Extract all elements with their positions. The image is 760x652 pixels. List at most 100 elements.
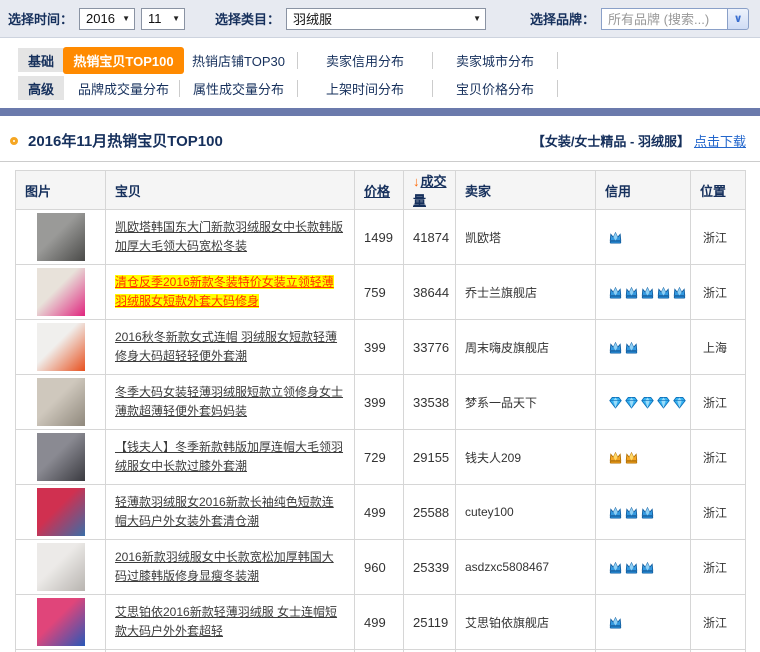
product-title-link[interactable]: 轻薄款羽绒服女2016新款长袖纯色短款连帽大码户外女装外套清仓潮 (115, 493, 345, 531)
blue-crown-icon (608, 615, 623, 630)
month-select[interactable]: 11 ▼ (141, 8, 185, 30)
year-select[interactable]: 2016 ▼ (79, 8, 135, 30)
download-link[interactable]: 点击下载 (694, 131, 746, 150)
location-value: 浙江 (691, 210, 746, 265)
credit-icons (596, 210, 691, 265)
product-title-link[interactable]: 冬季大码女装轻薄羽绒服短款立领修身女士薄款超薄轻便外套妈妈装 (115, 383, 345, 421)
col-header-seller: 卖家 (456, 171, 596, 210)
seller-name: 乔士兰旗舰店 (456, 265, 596, 320)
table-row: 2016新款羽绒服女中长款宽松加厚韩国大码过膝韩版修身显瘦冬装潮96025339… (16, 540, 746, 595)
product-image[interactable] (37, 488, 85, 536)
blue-crown-icon (608, 230, 623, 245)
location-value: 浙江 (691, 485, 746, 540)
sales-value: 41874 (404, 210, 456, 265)
col-header-image: 图片 (16, 171, 106, 210)
category-breadcrumb: 【女装/女士精品 - 羽绒服】 (532, 131, 690, 150)
orange-bullet-icon (10, 137, 18, 145)
table-row: 【钱夫人】冬季新款韩版加厚连帽大毛领羽绒服女中长款过膝外套潮72929155钱夫… (16, 430, 746, 485)
product-image[interactable] (37, 598, 85, 646)
product-image[interactable] (37, 213, 85, 261)
tab-listing-time-distribution[interactable]: 上架时间分布 (326, 79, 404, 98)
col-header-item: 宝贝 (106, 171, 355, 210)
advanced-tab-row: 高级 品牌成交量分布 属性成交量分布 上架时间分布 宝贝价格分布 (18, 74, 760, 102)
product-title-link[interactable]: 2016新款羽绒服女中长款宽松加厚韩国大码过膝韩版修身显瘦冬装潮 (115, 548, 345, 586)
category-select[interactable]: 羽绒服 ▼ (286, 8, 486, 30)
section-header: 2016年11月热销宝贝TOP100 【女装/女士精品 - 羽绒服】 点击下载 (0, 116, 760, 162)
tab-seller-city-distribution[interactable]: 卖家城市分布 (456, 51, 534, 70)
product-title-link[interactable]: 2016秋冬新款女式连帽 羽绒服女短款轻薄 修身大码超轻轻便外套潮 (115, 328, 345, 366)
seller-name: 钱夫人209 (456, 430, 596, 485)
sort-desc-icon: ↓ (413, 174, 420, 189)
credit-icons (596, 540, 691, 595)
tab-seller-credit-distribution[interactable]: 卖家信用分布 (326, 51, 404, 70)
blue-crown-icon (624, 505, 639, 520)
price-value: 759 (355, 265, 404, 320)
price-value: 1499 (355, 210, 404, 265)
table-body: 凯欧塔韩国东大门新款羽绒服女中长款韩版加厚大毛领大码宽松冬装 149941874凯… (16, 210, 746, 652)
basic-tab-row: 基础 热销宝贝TOP100 热销店铺TOP30 卖家信用分布 卖家城市分布 (18, 46, 760, 74)
tab-brand-volume-distribution[interactable]: 品牌成交量分布 (78, 79, 169, 98)
tab-item-price-distribution[interactable]: 宝贝价格分布 (456, 79, 534, 98)
product-title-link[interactable]: 【钱夫人】冬季新款韩版加厚连帽大毛领羽绒服女中长款过膝外套潮 (115, 438, 345, 476)
location-value: 浙江 (691, 430, 746, 485)
table-row: 凯欧塔韩国东大门新款羽绒服女中长款韩版加厚大毛领大码宽松冬装 149941874凯… (16, 210, 746, 265)
basic-tabs-label: 基础 (18, 48, 64, 72)
tabs-area: 基础 热销宝贝TOP100 热销店铺TOP30 卖家信用分布 卖家城市分布 高级… (0, 38, 760, 102)
seller-name: 艾思铂依旗舰店 (456, 595, 596, 650)
filter-bar: 选择时间： 2016 ▼ 11 ▼ 选择类目： 羽绒服 ▼ 选择品牌： 所有品牌… (0, 0, 760, 38)
table-row: 轻薄款羽绒服女2016新款长袖纯色短款连帽大码户外女装外套清仓潮49925588… (16, 485, 746, 540)
blue-crown-icon (608, 505, 623, 520)
product-image[interactable] (37, 378, 85, 426)
seller-name: 梦系一品天下 (456, 375, 596, 430)
credit-icons (596, 430, 691, 485)
sales-value: 33538 (404, 375, 456, 430)
blue-crown-icon (672, 285, 687, 300)
sales-value: 38644 (404, 265, 456, 320)
blue-crown-icon (640, 560, 655, 575)
credit-icons (596, 595, 691, 650)
blue-diamond-icon (672, 395, 687, 410)
location-value: 浙江 (691, 540, 746, 595)
page-title: 2016年11月热销宝贝TOP100 (28, 130, 223, 151)
category-select-value: 羽绒服 (293, 9, 332, 28)
location-value: 浙江 (691, 595, 746, 650)
product-image[interactable] (37, 268, 85, 316)
table-row: 清仓反季2016新款冬装特价女装立领轻薄羽绒服女短款外套大码修身 75938644… (16, 265, 746, 320)
product-image[interactable] (37, 323, 85, 371)
credit-icons (596, 375, 691, 430)
blue-crown-icon (608, 340, 623, 355)
location-value: 上海 (691, 320, 746, 375)
chevron-down-icon: ∨ (734, 12, 743, 25)
year-select-value: 2016 (86, 11, 115, 26)
seller-name: 凯欧塔 (456, 210, 596, 265)
product-title-link[interactable]: 凯欧塔韩国东大门新款羽绒服女中长款韩版加厚大毛领大码宽松冬装 (115, 218, 345, 256)
sales-value: 33776 (404, 320, 456, 375)
caret-down-icon: ▼ (473, 14, 481, 23)
tab-hot-shops-top30[interactable]: 热销店铺TOP30 (192, 51, 285, 70)
credit-icons (596, 320, 691, 375)
brand-dropdown-button[interactable]: ∨ (727, 8, 749, 30)
blue-crown-icon (640, 505, 655, 520)
col-header-price-sort[interactable]: 价格 (364, 184, 390, 199)
blue-diamond-icon (656, 395, 671, 410)
tab-attribute-volume-distribution[interactable]: 属性成交量分布 (193, 79, 284, 98)
product-title-link[interactable]: 清仓反季2016新款冬装特价女装立领轻薄羽绒服女短款外套大码修身 (115, 275, 334, 308)
caret-down-icon: ▼ (122, 14, 130, 23)
product-image[interactable] (37, 543, 85, 591)
gold-crown-icon (624, 450, 639, 465)
tab-hot-items-top100[interactable]: 热销宝贝TOP100 (63, 47, 183, 74)
blue-diamond-icon (608, 395, 623, 410)
blue-crown-icon (656, 285, 671, 300)
brand-combobox: 所有品牌 (搜索...) ∨ (601, 8, 749, 30)
sales-value: 25339 (404, 540, 456, 595)
credit-icons (596, 265, 691, 320)
product-title-link[interactable]: 艾思铂依2016新款轻薄羽绒服 女士连帽短款大码户外外套超轻 (115, 603, 345, 641)
brand-search-input[interactable]: 所有品牌 (搜索...) (601, 8, 727, 30)
brand-filter-label: 选择品牌： (530, 9, 595, 28)
table-row: 冬季大码女装轻薄羽绒服短款立领修身女士薄款超薄轻便外套妈妈装39933538梦系… (16, 375, 746, 430)
col-header-credit: 信用 (596, 171, 691, 210)
seller-name: 周末嗨皮旗舰店 (456, 320, 596, 375)
product-image[interactable] (37, 433, 85, 481)
month-select-value: 11 (148, 11, 162, 26)
sales-value: 29155 (404, 430, 456, 485)
